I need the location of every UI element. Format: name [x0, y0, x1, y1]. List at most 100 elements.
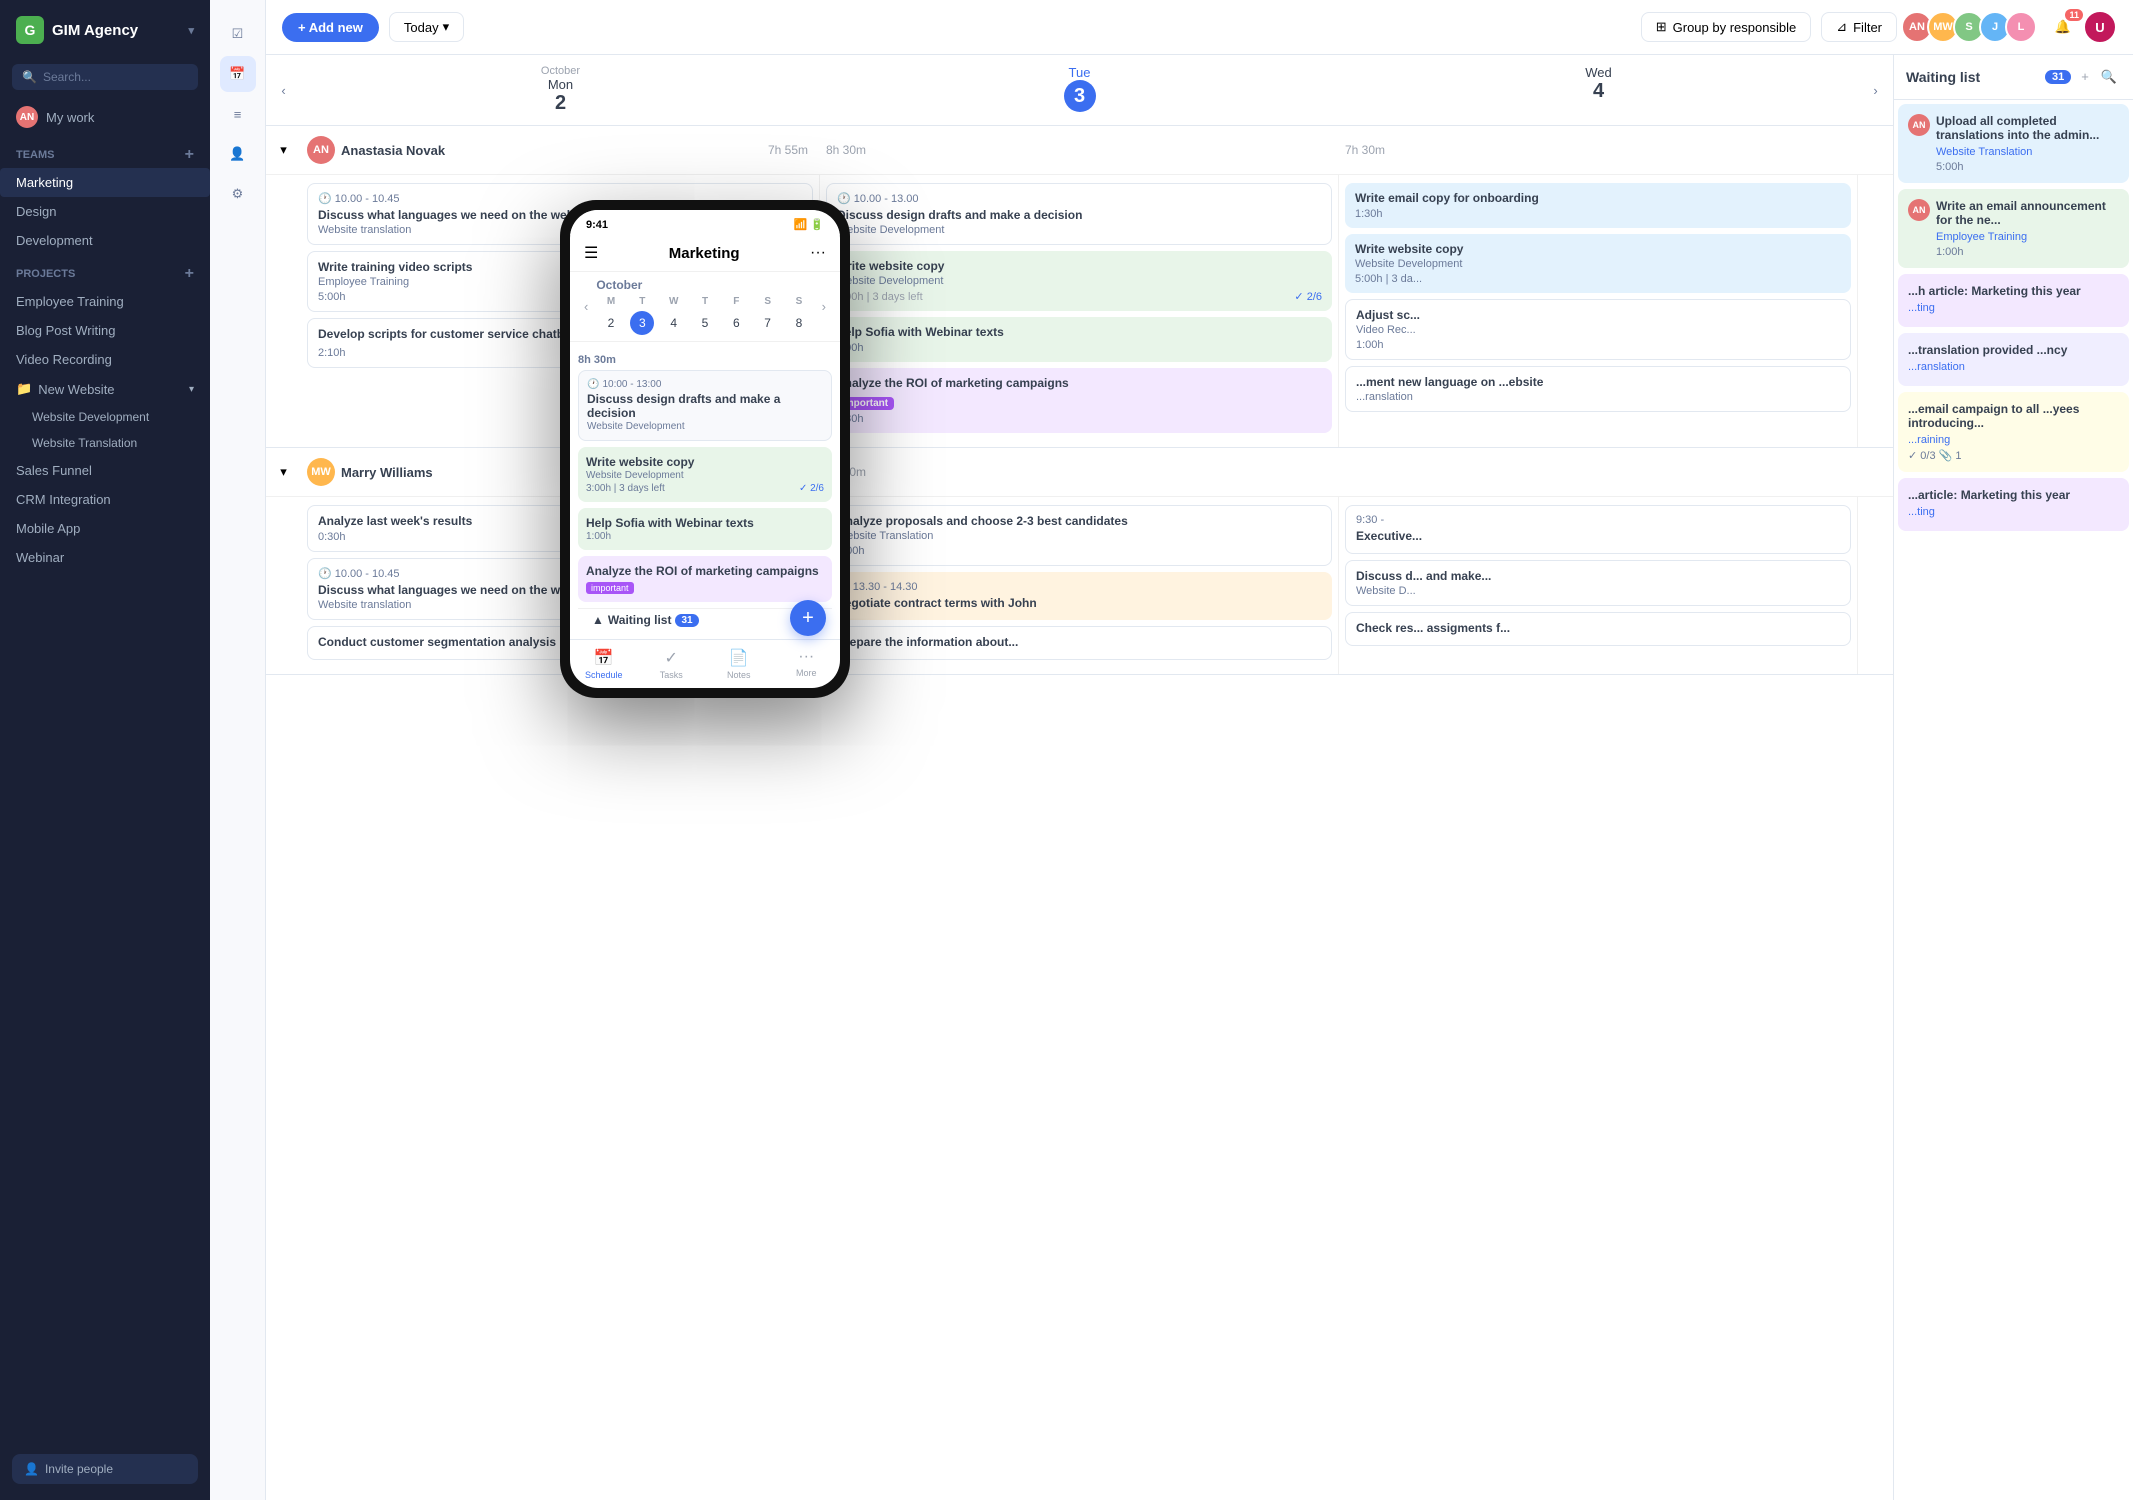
sidebar-item-website-development[interactable]: Website Development: [0, 404, 210, 430]
waiting-item-5[interactable]: ...email campaign to all ...yees introdu…: [1898, 392, 2129, 472]
group-icon: ⊞: [1656, 19, 1667, 35]
today-button[interactable]: Today ▾: [389, 12, 464, 42]
add-new-button[interactable]: + Add new: [282, 13, 379, 42]
mobile-nav-notes[interactable]: 📄 Notes: [705, 640, 773, 688]
sidebar-item-crm-integration[interactable]: CRM Integration: [0, 485, 210, 514]
task-roi-analysis[interactable]: Analyze the ROI of marketing campaigns i…: [826, 368, 1332, 433]
mobile-menu-icon[interactable]: ☰: [584, 243, 598, 263]
mobile-days-header: M T W T F S S: [596, 296, 813, 307]
task-design-drafts[interactable]: 🕐 10.00 - 13.00 Discuss design drafts an…: [826, 183, 1332, 245]
waiting-item-1[interactable]: AN Upload all completed translations int…: [1898, 104, 2129, 183]
person-icon[interactable]: 👤: [220, 136, 256, 172]
design-label: Design: [16, 204, 56, 219]
mobile-more-icon[interactable]: ···: [810, 244, 826, 262]
waiting-item-6[interactable]: ...article: Marketing this year ...ting: [1898, 478, 2129, 531]
sidebar-item-blog-post-writing[interactable]: Blog Post Writing: [0, 316, 210, 345]
day-col-2-today: Tue 3: [820, 55, 1339, 125]
mobile-day-5[interactable]: 5: [693, 311, 717, 335]
mobile-day-4[interactable]: 4: [662, 311, 686, 335]
sidebar-item-sales-funnel[interactable]: Sales Funnel: [0, 456, 210, 485]
avatar-5[interactable]: L: [2005, 11, 2037, 43]
add-project-icon[interactable]: +: [185, 265, 194, 283]
mobile-nav-more[interactable]: ··· More: [773, 640, 841, 688]
marry-avatar: MW: [307, 458, 335, 486]
mobile-time: 9:41: [586, 219, 608, 231]
mobile-days: 2 3 4 5 6 7 8: [596, 311, 813, 335]
mobile-fab-add[interactable]: +: [790, 600, 826, 636]
mobile-task-design-drafts[interactable]: 🕐 10:00 - 13:00 Discuss design drafts an…: [578, 370, 832, 441]
mobile-day-8[interactable]: 8: [787, 311, 811, 335]
mobile-overlay: 9:41 📶 🔋 ☰ Marketing ··· ‹ October M T W: [560, 200, 850, 698]
calendar-icon[interactable]: 📅: [220, 56, 256, 92]
mobile-waiting-count: 31: [675, 614, 698, 627]
add-waiting-icon[interactable]: +: [2077, 67, 2093, 87]
waiting-item-4[interactable]: ...translation provided ...ncy ...ransla…: [1898, 333, 2129, 386]
mobile-status-bar: 9:41 📶 🔋: [570, 210, 840, 235]
list-icon[interactable]: ≡: [220, 96, 256, 132]
development-label: Development: [16, 233, 93, 248]
filter-icon: ⊿: [1836, 19, 1847, 35]
check-icon[interactable]: ☑: [220, 16, 256, 52]
filter-button[interactable]: ⊿ Filter: [1821, 12, 1897, 42]
collapse-icon[interactable]: ▾: [266, 126, 301, 174]
task-help-sofia[interactable]: Help Sofia with Webinar texts 1:00h: [826, 317, 1332, 362]
add-team-icon[interactable]: +: [185, 146, 194, 164]
task-new-language[interactable]: ...ment new language on ...ebsite ...ran…: [1345, 366, 1851, 412]
day-col-1: October Mon 2: [301, 55, 820, 125]
mobile-day-2[interactable]: 2: [599, 311, 623, 335]
sidebar-item-mywork[interactable]: AN My work: [0, 98, 210, 136]
task-email-onboarding[interactable]: Write email copy for onboarding 1:30h: [1345, 183, 1851, 228]
user-menu-avatar[interactable]: U: [2083, 10, 2117, 44]
task-analyze-proposals[interactable]: Analyze proposals and choose 2-3 best ca…: [826, 505, 1332, 566]
chevron-down-icon: ▾: [189, 384, 194, 395]
notification-button[interactable]: 🔔 11: [2047, 11, 2079, 43]
mobile-task-roi[interactable]: Analyze the ROI of marketing campaigns i…: [578, 556, 832, 602]
mobile-day-7[interactable]: 7: [756, 311, 780, 335]
invite-icon: 👤: [24, 1462, 39, 1476]
collapse-icon-marry[interactable]: ▾: [266, 448, 301, 496]
sidebar-item-new-website[interactable]: 📁 New Website ▾: [0, 374, 210, 404]
sidebar-item-video-recording[interactable]: Video Recording: [0, 345, 210, 374]
sidebar-item-employee-training[interactable]: Employee Training: [0, 287, 210, 316]
search-bar[interactable]: 🔍 Search...: [12, 64, 198, 90]
sidebar-logo[interactable]: G GIM Agency ▾: [0, 0, 210, 60]
mobile-day-6[interactable]: 6: [724, 311, 748, 335]
company-name: GIM Agency: [52, 22, 138, 39]
task-adjust-sc[interactable]: Adjust sc... Video Rec... 1:00h: [1345, 299, 1851, 360]
task-executive[interactable]: 9:30 - Executive...: [1345, 505, 1851, 554]
prev-day-button[interactable]: ‹: [266, 55, 301, 125]
waiting-list-header: Waiting list 31 + 🔍: [1894, 55, 2133, 100]
mobile-task-sofia[interactable]: Help Sofia with Webinar texts 1:00h: [578, 508, 832, 550]
mobile-day-3[interactable]: 3: [630, 311, 654, 335]
waiting-item-2[interactable]: AN Write an email announcement for the n…: [1898, 189, 2129, 268]
sidebar-item-mobile-app[interactable]: Mobile App: [0, 514, 210, 543]
sidebar-item-webinar[interactable]: Webinar: [0, 543, 210, 572]
mobile-nav-schedule[interactable]: 📅 Schedule: [570, 640, 638, 688]
sidebar-item-marketing[interactable]: Marketing: [0, 168, 210, 197]
sidebar-item-design[interactable]: Design: [0, 197, 210, 226]
chevron-up-icon[interactable]: ▲: [592, 613, 604, 627]
mobile-hours-label: 8h 30m: [578, 350, 832, 370]
mobile-nav-tasks[interactable]: ✓ Tasks: [638, 640, 706, 688]
task-write-website-copy-2[interactable]: Write website copy Website Development 5…: [1345, 234, 1851, 293]
task-check-res[interactable]: Check res... assigments f...: [1345, 612, 1851, 646]
user-avatars[interactable]: AN MW S J L: [1907, 11, 2037, 43]
next-day-button[interactable]: ›: [1858, 55, 1893, 125]
settings-icon[interactable]: ⚙: [220, 176, 256, 212]
sidebar-item-development[interactable]: Development: [0, 226, 210, 255]
task-prepare-info[interactable]: Prepare the information about...: [826, 626, 1332, 660]
task-negotiate-contract[interactable]: 🕐 13.30 - 14.30 Negotiate contract terms…: [826, 572, 1332, 620]
sidebar-item-website-translation[interactable]: Website Translation: [0, 430, 210, 456]
mobile-next-icon[interactable]: ›: [822, 299, 826, 314]
teams-section-header: Teams +: [0, 136, 210, 168]
calendar-header: ‹ October Mon 2 Tue 3 Wed 4 ›: [266, 55, 1893, 126]
task-write-website-copy[interactable]: Write website copy Website Development 3…: [826, 251, 1332, 311]
invite-people-button[interactable]: 👤 Invite people: [12, 1454, 198, 1484]
search-waiting-icon[interactable]: 🔍: [2097, 67, 2121, 87]
mobile-screen: 9:41 📶 🔋 ☰ Marketing ··· ‹ October M T W: [570, 210, 840, 688]
group-by-button[interactable]: ⊞ Group by responsible: [1641, 12, 1811, 42]
waiting-item-3[interactable]: ...h article: Marketing this year ...tin…: [1898, 274, 2129, 327]
task-discuss-d[interactable]: Discuss d... and make... Website D...: [1345, 560, 1851, 606]
mobile-task-write-copy[interactable]: Write website copy Website Development 3…: [578, 447, 832, 502]
topbar: + Add new Today ▾ ⊞ Group by responsible…: [266, 0, 2133, 55]
